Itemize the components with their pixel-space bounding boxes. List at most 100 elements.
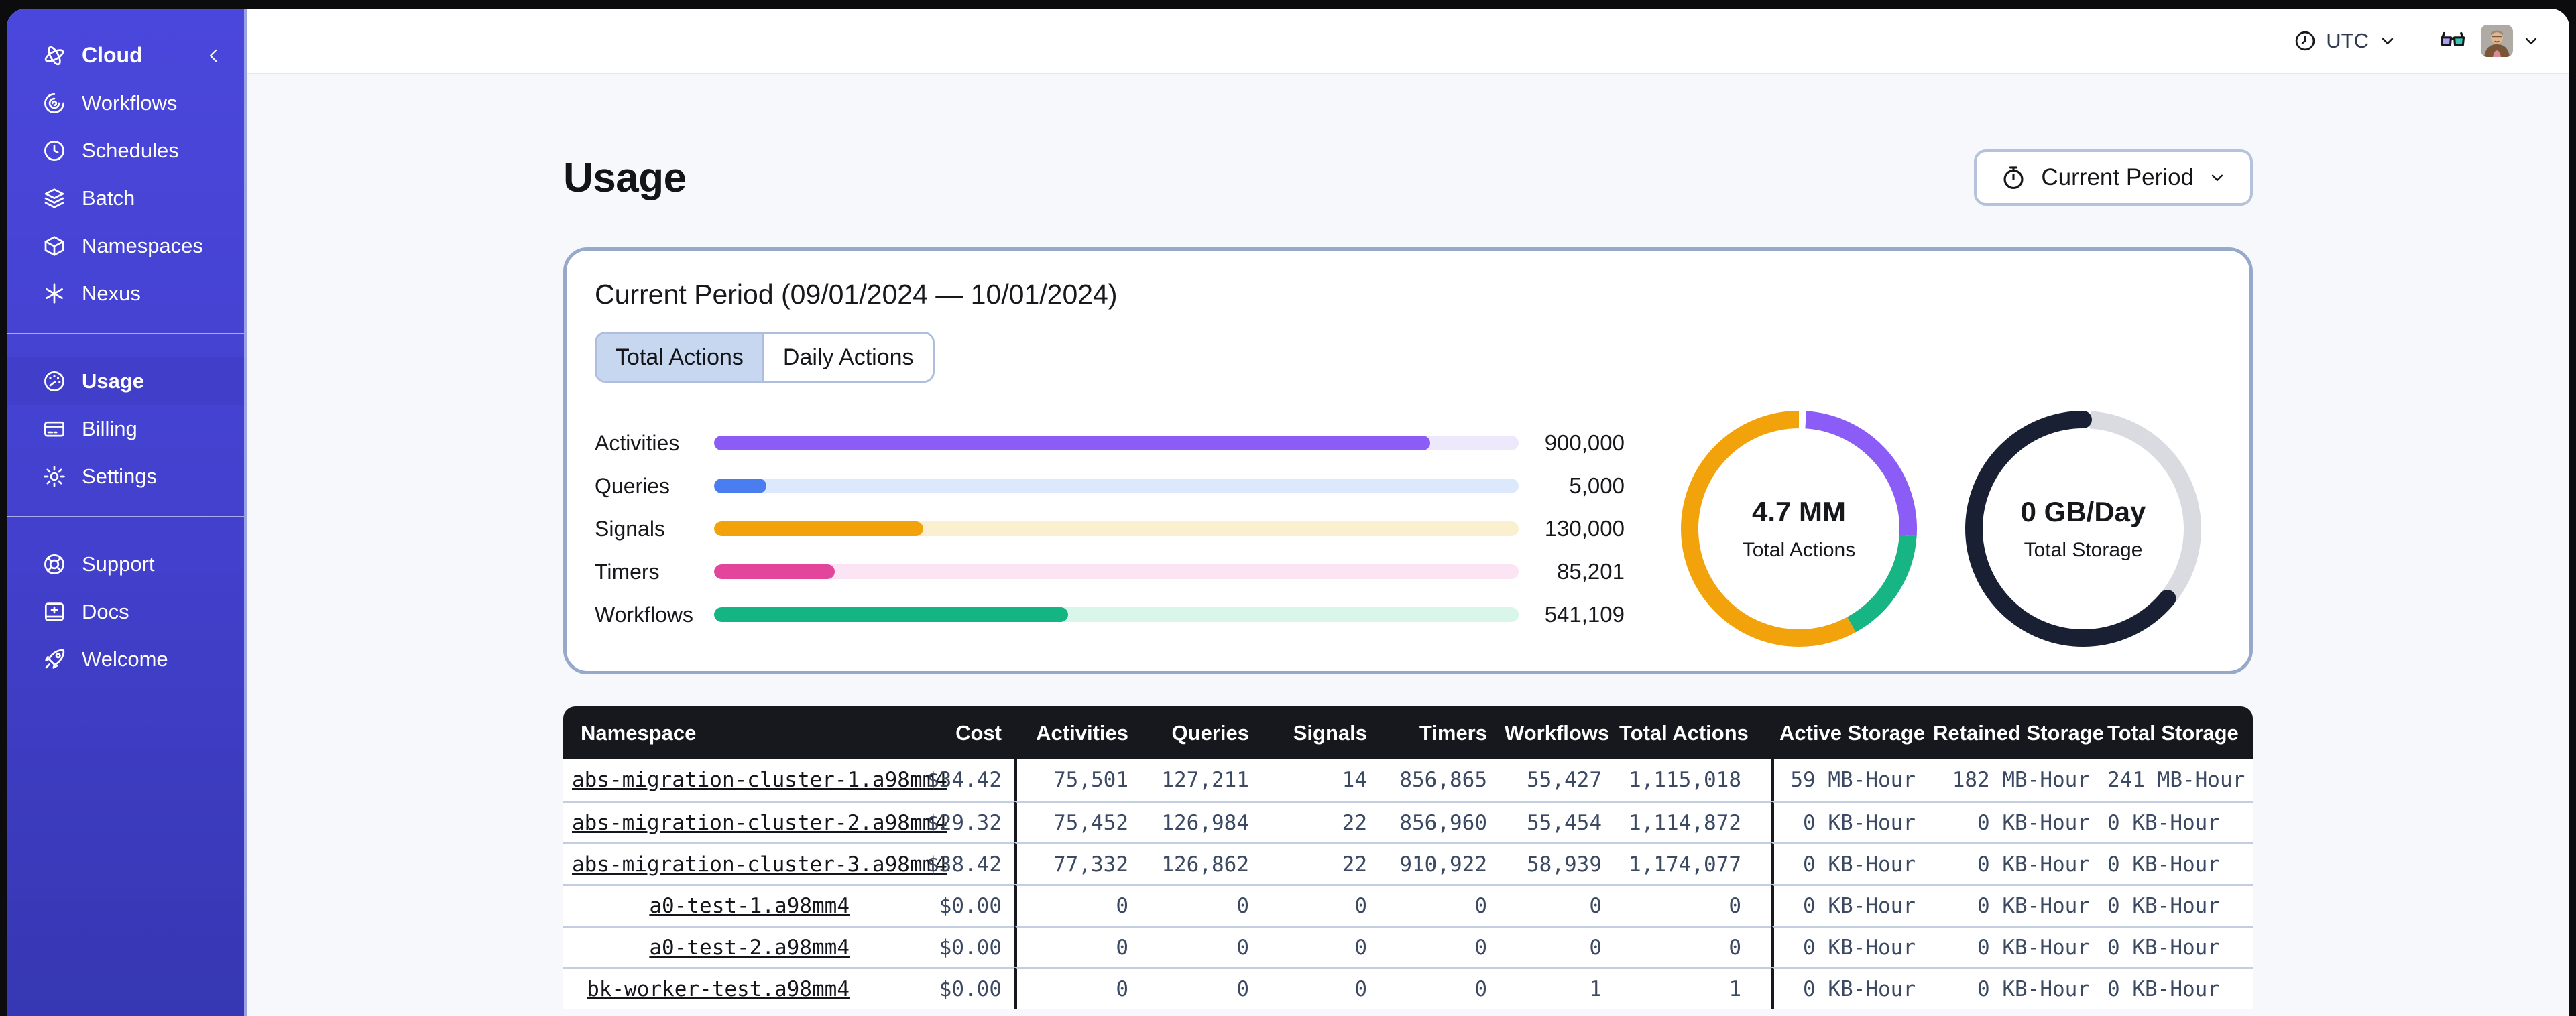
table-cell: 0 <box>1496 884 1611 926</box>
table-cell: 22 <box>1258 801 1376 842</box>
sidebar-item-label: Docs <box>82 599 129 623</box>
glasses-icon <box>2440 31 2465 46</box>
account-menu-trigger[interactable] <box>2521 31 2541 51</box>
usage-gauge-icon <box>42 369 67 394</box>
table-cell: 0 KB-Hour <box>2099 967 2253 1009</box>
sidebar-item-label: Support <box>82 552 155 576</box>
column-header-retained-storage: Retained Storage <box>1924 706 2104 759</box>
sidebar-item-label: Namespaces <box>82 233 203 257</box>
namespace-link[interactable]: a0-test-2.a98mm4 <box>649 936 850 960</box>
table-row: abs-migration-cluster-3.a98mm4 $38.42 77,3… <box>563 842 2253 884</box>
namespace-cell: abs-migration-cluster-2.a98mm4 <box>563 801 947 842</box>
retro-mode-toggle[interactable] <box>2435 26 2470 56</box>
table-cell: 0 <box>1258 926 1376 967</box>
content: Usage Current Period Current Period (09/… <box>247 74 2569 1016</box>
table-cell: 0 <box>1611 884 1771 926</box>
table-cell: 58,939 <box>1496 842 1611 884</box>
sidebar-item-workflows[interactable]: Workflows <box>7 79 244 127</box>
table-cell: 0 KB-Hour <box>1771 926 1924 967</box>
namespace-link[interactable]: bk-worker-test.a98mm4 <box>587 977 850 1001</box>
table-cell: 22 <box>1258 842 1376 884</box>
sidebar-item-label: Billing <box>82 416 137 440</box>
sidebar-item-nexus[interactable]: Nexus <box>7 269 244 317</box>
table-cell: 1,114,872 <box>1611 801 1771 842</box>
table-cell: 0 KB-Hour <box>2099 926 2253 967</box>
bar-fill <box>714 479 766 493</box>
sidebar-item-welcome[interactable]: Welcome <box>7 635 244 683</box>
table-cell: 0 KB-Hour <box>1924 842 2099 884</box>
app-window: Cloud Workflows Schedules Batch Namespaces N… <box>7 9 2569 1016</box>
table-cell: 0 KB-Hour <box>2099 842 2253 884</box>
sidebar-item-billing[interactable]: Billing <box>7 405 244 452</box>
clock-icon <box>2296 31 2315 51</box>
table-cell: 127,211 <box>1137 759 1258 801</box>
usage-summary-card: Current Period (09/01/2024 — 10/01/2024)… <box>563 247 2253 674</box>
chevron-down-icon <box>2211 174 2223 181</box>
table-row: a0-test-1.a98mm4 $0.00 0 0 0 0 0 0 0 KB-Hour 0 KB… <box>563 884 2253 926</box>
bar-value: 900,000 <box>1544 430 1625 455</box>
user-avatar[interactable] <box>2481 25 2513 57</box>
namespace-link[interactable]: a0-test-1.a98mm4 <box>649 894 850 918</box>
actions-tabs: Total Actions Daily Actions <box>595 332 935 383</box>
nexus-icon <box>42 281 67 306</box>
chevron-left-icon[interactable] <box>204 46 224 66</box>
table-cell: 0 <box>1376 884 1496 926</box>
timezone-selector[interactable]: UTC <box>2293 29 2398 53</box>
bar-track <box>714 564 1519 579</box>
sidebar-item-batch[interactable]: Batch <box>7 174 244 222</box>
table-cell: 0 KB-Hour <box>1924 926 2099 967</box>
table-cell: 0 KB-Hour <box>1771 967 1924 1009</box>
timezone-label: UTC <box>2326 29 2369 52</box>
table-cell: 856,960 <box>1376 801 1496 842</box>
namespace-cell: abs-migration-cluster-1.a98mm4 <box>563 759 947 801</box>
sidebar-brand[interactable]: Cloud <box>7 31 244 79</box>
table-cell: 1,115,018 <box>1611 759 1771 801</box>
column-header-signals: Signals <box>1258 706 1376 759</box>
table-row: a0-test-2.a98mm4 $0.00 0 0 0 0 0 0 0 KB-Hour 0 KB… <box>563 926 2253 967</box>
table-cell: 1,174,077 <box>1611 842 1771 884</box>
column-header-namespace: Namespace <box>563 706 858 759</box>
welcome-rocket-icon <box>42 647 67 672</box>
tab-daily-actions[interactable]: Daily Actions <box>762 334 933 381</box>
table-cell: 126,862 <box>1137 842 1258 884</box>
tab-total-actions[interactable]: Total Actions <box>597 334 762 381</box>
bar-category-label: Timers <box>595 559 660 584</box>
bar-category-label: Queries <box>595 473 670 498</box>
page-title: Usage <box>563 154 687 201</box>
column-header-total-actions: Total Actions <box>1611 706 1771 759</box>
table-cell: 14 <box>1258 759 1376 801</box>
card-title: Current Period (09/01/2024 — 10/01/2024) <box>595 279 1118 310</box>
column-header-queries: Queries <box>1137 706 1258 759</box>
sidebar-item-support[interactable]: Support <box>7 540 244 588</box>
temporal-logo-icon <box>42 43 67 68</box>
bar-fill <box>714 564 835 579</box>
bar-fill <box>714 607 1068 622</box>
docs-book-icon <box>42 599 67 625</box>
chevron-down-icon <box>2525 38 2537 44</box>
table-cell: 0 KB-Hour <box>2099 884 2253 926</box>
sidebar-item-usage[interactable]: Usage <box>7 357 244 405</box>
table-cell: 0 <box>1137 884 1258 926</box>
support-lifebuoy-icon <box>42 552 67 577</box>
column-header-active-storage: Active Storage <box>1771 706 1925 759</box>
column-header-workflows: Workflows <box>1496 706 1611 759</box>
batch-icon <box>42 186 67 211</box>
bar-track <box>714 436 1519 450</box>
sidebar-item-schedules[interactable]: Schedules <box>7 127 244 174</box>
user-avatar-image <box>2481 25 2513 57</box>
billing-card-icon <box>42 416 67 442</box>
sidebar-item-docs[interactable]: Docs <box>7 588 244 635</box>
table-cell: 241 MB-Hour <box>2099 759 2253 801</box>
bar-track <box>714 607 1519 622</box>
period-dropdown-button[interactable]: Current Period <box>1974 149 2253 206</box>
sidebar-item-namespaces[interactable]: Namespaces <box>7 222 244 269</box>
namespace-link[interactable]: abs-migration-cluster-1.a98mm4 <box>572 768 947 792</box>
sidebar-item-settings[interactable]: Settings <box>7 452 244 500</box>
namespace-link[interactable]: abs-migration-cluster-2.a98mm4 <box>572 811 947 835</box>
sidebar-item-label: Workflows <box>82 90 178 115</box>
table-cell: 0 <box>1258 884 1376 926</box>
namespace-link[interactable]: abs-migration-cluster-3.a98mm4 <box>572 852 947 877</box>
brand-label: Cloud <box>82 43 143 67</box>
table-cell: 0 KB-Hour <box>1771 801 1924 842</box>
namespace-cell: a0-test-2.a98mm4 <box>563 926 858 967</box>
